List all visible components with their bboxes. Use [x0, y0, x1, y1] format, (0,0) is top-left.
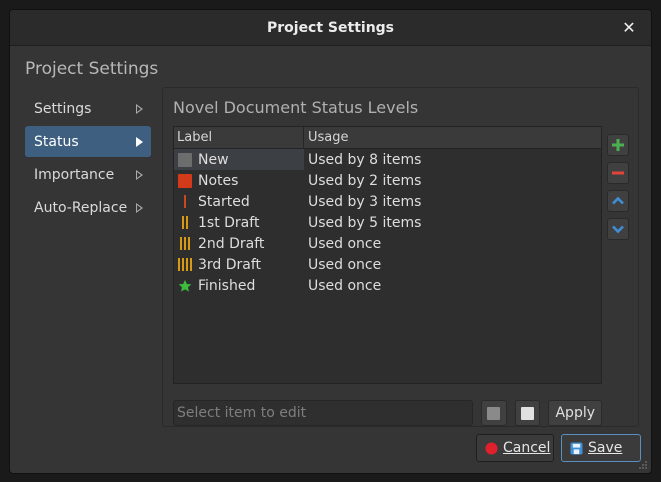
move-up-button[interactable] [607, 190, 629, 212]
cancel-button[interactable]: Cancel [476, 434, 554, 462]
sidebar-item-settings[interactable]: Settings [25, 93, 151, 124]
status-usage-cell: Used by 5 items [308, 214, 422, 231]
status-label-cell[interactable]: New [174, 149, 304, 170]
column-header-usage[interactable]: Usage [304, 127, 349, 148]
status-label-cell[interactable]: Notes [174, 170, 304, 191]
color-swatch-icon [487, 406, 501, 420]
save-label: Save [588, 440, 623, 456]
status-panel: Novel Document Status Levels Label Usage… [162, 87, 639, 427]
status-label: 3rd Draft [198, 256, 262, 273]
status-label: 1st Draft [198, 214, 260, 231]
chevron-right-icon [136, 103, 143, 114]
status-label-cell[interactable]: Started [174, 191, 304, 212]
icon-picker-button[interactable] [514, 400, 541, 426]
table-row[interactable]: 1st Draft Used by 5 items [174, 212, 601, 233]
sidebar-item-importance[interactable]: Importance [25, 159, 151, 190]
status-usage-cell: Used by 3 items [308, 193, 422, 210]
status-label-cell[interactable]: 2nd Draft [174, 233, 304, 254]
bars-4-icon [177, 257, 193, 273]
star-icon [177, 278, 193, 294]
status-usage-cell: Used once [308, 277, 382, 294]
status-usage-cell: Used by 8 items [308, 151, 422, 168]
panel-title: Novel Document Status Levels [173, 98, 419, 117]
cancel-label: Cancel [503, 440, 551, 456]
sidebar-item-label: Status [34, 133, 79, 150]
chevron-up-icon [611, 194, 625, 208]
table-row[interactable]: Finished Used once [174, 275, 601, 296]
remove-button[interactable] [607, 162, 629, 184]
status-label: 2nd Draft [198, 235, 265, 252]
settings-sidebar: Settings Status Importance Auto-Replace [25, 93, 151, 225]
table-body: New Used by 8 items Notes Used by 2 items St… [174, 149, 601, 296]
status-label: Started [198, 193, 250, 210]
table-row[interactable]: New Used by 8 items [174, 149, 601, 170]
bars-2-icon [177, 215, 193, 231]
table-row[interactable]: 3rd Draft Used once [174, 254, 601, 275]
table-row[interactable]: Notes Used by 2 items [174, 170, 601, 191]
table-row[interactable]: Started Used by 3 items [174, 191, 601, 212]
status-label: New [198, 151, 229, 168]
status-label-cell[interactable]: 3rd Draft [174, 254, 304, 275]
apply-button[interactable]: Apply [548, 400, 603, 426]
status-table[interactable]: Label Usage New Used by 8 items Notes Used … [173, 126, 602, 384]
close-icon[interactable]: ✕ [619, 18, 639, 38]
label-edit-input[interactable] [173, 400, 473, 426]
status-usage-cell: Used by 2 items [308, 172, 422, 189]
status-usage-cell: Used once [308, 256, 382, 273]
chevron-right-icon [136, 169, 143, 180]
chevron-right-icon [136, 202, 143, 213]
table-header: Label Usage [174, 127, 601, 149]
cancel-icon [485, 441, 498, 455]
sidebar-item-label: Settings [34, 100, 92, 117]
sidebar-item-label: Importance [34, 166, 115, 183]
add-button[interactable] [607, 134, 629, 156]
sidebar-item-status[interactable]: Status [25, 126, 151, 157]
resize-grip-icon[interactable] [638, 460, 648, 470]
plus-icon [611, 138, 625, 152]
square-icon [177, 173, 193, 189]
status-label-cell[interactable]: 1st Draft [174, 212, 304, 233]
save-icon [570, 441, 583, 455]
chevron-right-icon [136, 136, 143, 147]
column-header-label[interactable]: Label [174, 127, 304, 148]
sidebar-item-label: Auto-Replace [34, 199, 128, 216]
bars-1-icon [177, 194, 193, 210]
icon-swatch-icon [521, 406, 535, 420]
window-title: Project Settings [266, 19, 395, 36]
status-label: Notes [198, 172, 239, 189]
title-bar: Project Settings ✕ [10, 10, 651, 46]
sidebar-item-auto-replace[interactable]: Auto-Replace [25, 192, 151, 223]
square-icon [177, 152, 193, 168]
table-toolbar [607, 134, 631, 246]
table-row[interactable]: 2nd Draft Used once [174, 233, 601, 254]
chevron-down-icon [611, 222, 625, 236]
minus-icon [611, 166, 625, 180]
bars-3-icon [177, 236, 193, 252]
edit-row: Apply [173, 400, 603, 426]
move-down-button[interactable] [607, 218, 629, 240]
save-button[interactable]: Save [561, 434, 641, 462]
status-label: Finished [198, 277, 256, 294]
project-settings-dialog: Project Settings ✕ Project Settings Sett… [9, 9, 652, 474]
status-usage-cell: Used once [308, 235, 382, 252]
dialog-header: Project Settings [25, 59, 159, 79]
color-picker-button[interactable] [480, 400, 507, 426]
status-label-cell[interactable]: Finished [174, 275, 304, 296]
